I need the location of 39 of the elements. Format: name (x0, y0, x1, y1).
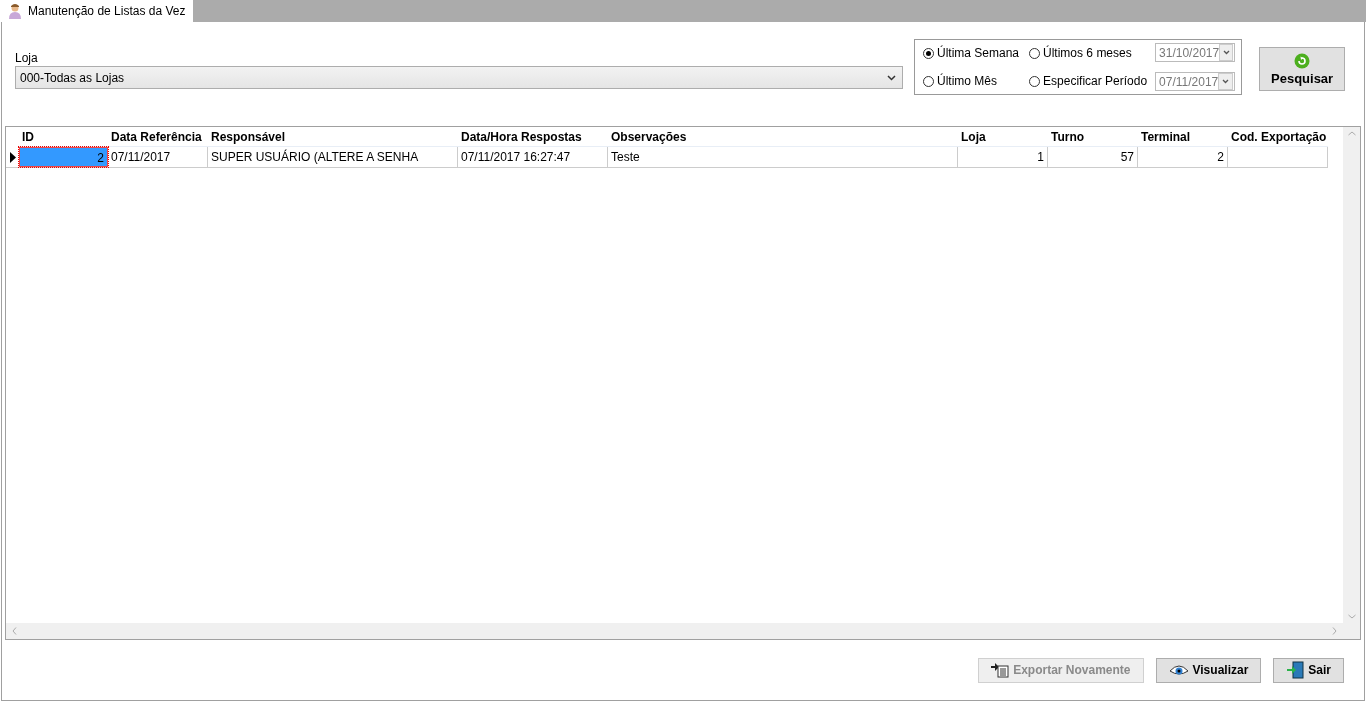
period-radio[interactable]: Última Semana (923, 43, 1020, 63)
search-button[interactable]: Pesquisar (1259, 47, 1346, 91)
table-cell: 07/11/2017 16:27:47 (458, 147, 608, 167)
store-dropdown[interactable]: 000-Todas as Lojas (15, 66, 903, 89)
period-radio[interactable]: Especificar Período (1029, 71, 1148, 91)
column-header[interactable]: Data/Hora Respostas (458, 127, 608, 147)
document-arrow-icon (991, 662, 1010, 678)
column-header[interactable]: Loja (958, 127, 1048, 147)
column-header[interactable]: Turno (1048, 127, 1138, 147)
door-icon (1286, 661, 1305, 679)
table-cell: 2 (19, 147, 108, 167)
column-header[interactable]: Responsável (208, 127, 458, 147)
column-header[interactable]: Cod. Exportação (1228, 127, 1328, 147)
table-cell: SUPER USUÁRIO (ALTERE A SENHA (208, 147, 458, 167)
chevron-left-icon (12, 627, 17, 635)
view-button[interactable]: Visualizar (1155, 657, 1262, 683)
chevron-down-icon (1347, 614, 1356, 619)
refresh-icon (1294, 52, 1311, 69)
store-label: Loja (15, 51, 39, 65)
date-field[interactable]: 31/10/2017 (1155, 43, 1236, 62)
horizontal-scrollbar[interactable] (6, 623, 1343, 639)
table-cell: 57 (1048, 147, 1138, 167)
date-field[interactable]: 07/11/2017 (1155, 72, 1236, 91)
window-tab[interactable]: Manutenção de Listas da Vez (0, 0, 194, 22)
column-header[interactable]: Data Referência (108, 127, 208, 147)
exit-button[interactable]: Sair (1273, 657, 1344, 683)
table-cell: 1 (958, 147, 1048, 167)
period-radio[interactable]: Último Mês (923, 71, 1020, 91)
table-cell: Teste (608, 147, 958, 167)
chevron-right-icon (1332, 627, 1337, 635)
vertical-scrollbar[interactable] (1343, 127, 1360, 639)
period-radio[interactable]: Últimos 6 meses (1029, 43, 1148, 63)
column-header[interactable]: Observações (608, 127, 958, 147)
chevron-up-icon (1347, 131, 1356, 136)
table-cell: 07/11/2017 (108, 147, 208, 167)
table-cell: 2 (1138, 147, 1228, 167)
person-icon (8, 3, 22, 19)
eye-icon (1168, 663, 1189, 677)
column-header[interactable]: Terminal (1138, 127, 1228, 147)
